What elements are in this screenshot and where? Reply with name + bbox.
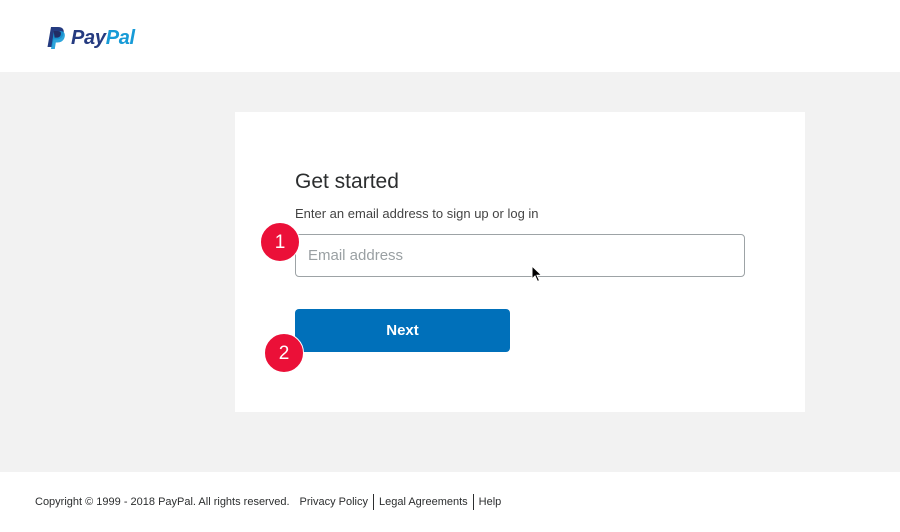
- privacy-policy-link[interactable]: Privacy Policy: [300, 494, 373, 510]
- form-instructions: Enter an email address to sign up or log…: [295, 206, 539, 221]
- legal-agreements-link[interactable]: Legal Agreements: [374, 494, 473, 510]
- help-link[interactable]: Help: [474, 494, 507, 510]
- next-button[interactable]: Next: [295, 309, 510, 352]
- logo-word-pal: Pal: [105, 27, 135, 49]
- step-badge-1: 1: [260, 222, 300, 262]
- paypal-wordmark: PayPal: [71, 24, 135, 52]
- paypal-logo[interactable]: PayPal: [45, 24, 135, 52]
- page-title: Get started: [295, 170, 399, 193]
- paypal-p-icon: [47, 27, 65, 49]
- footer-row: Copyright © 1999 - 2018 PayPal. All righ…: [35, 494, 506, 510]
- copyright-text: Copyright © 1999 - 2018 PayPal. All righ…: [35, 496, 290, 508]
- email-input[interactable]: [295, 234, 745, 277]
- header: PayPal: [0, 0, 900, 72]
- logo-word-pay: Pay: [71, 27, 106, 49]
- mouse-cursor-icon: [531, 265, 543, 283]
- step-badge-2: 2: [264, 333, 304, 373]
